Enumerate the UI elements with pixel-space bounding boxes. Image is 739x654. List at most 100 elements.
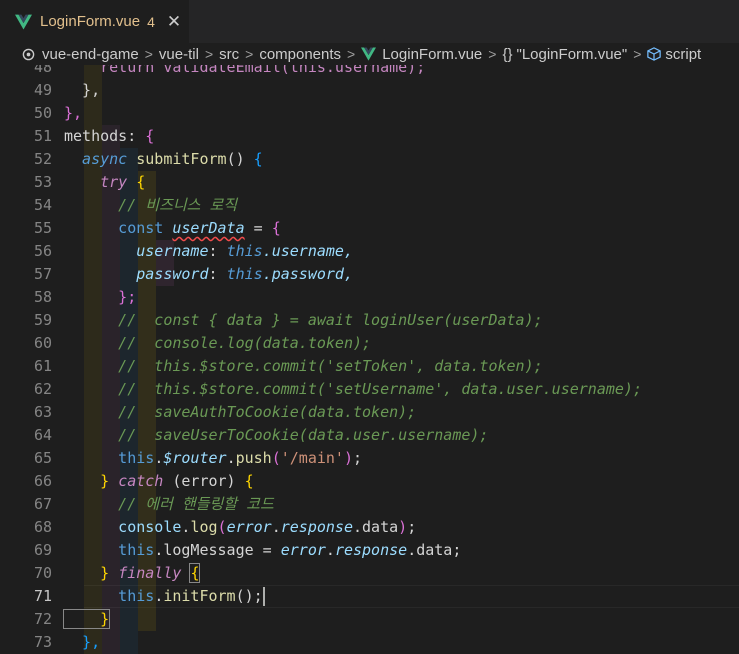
code-line[interactable]: 50}, [0,102,739,125]
code-line[interactable]: 59 // const { data } = await loginUser(u… [0,309,739,332]
code-text: } finally { [64,562,201,585]
code-token: this [226,265,263,283]
code-editor[interactable]: 48 return validateEmail(this.username); 4… [0,65,739,654]
code-line[interactable]: 53 try { [0,171,739,194]
breadcrumb-item-src[interactable]: src [219,46,239,63]
vue-logo-icon [15,14,32,29]
folder-circle-icon [22,48,35,60]
code-token: log [190,518,218,536]
code-line[interactable]: 60 // console.log(data.token); [0,332,739,355]
code-token: { [271,219,281,237]
breadcrumb-item-components[interactable]: components [259,46,341,63]
line-number: 66 [33,472,52,490]
code-line[interactable]: 55 const userData = { [0,217,739,240]
indent-guide [84,102,102,125]
code-token: () [226,150,254,168]
code-line[interactable]: 69 this.logMessage = error.response.data… [0,539,739,562]
code-line[interactable]: 61 // this.$store.commit('setToken', dat… [0,355,739,378]
code-line[interactable]: 56 username: this.username, [0,240,739,263]
code-line[interactable]: 67 // 에러 핸들링할 코드 [0,493,739,516]
breadcrumb-item-component[interactable]: "LoginForm.vue" [517,46,628,63]
code-text: }, [64,631,100,654]
vue-logo-icon [361,47,377,61]
code-token: // saveAuthToCookie(data.token); [64,403,417,421]
code-token: // console.log(data.token); [64,334,372,352]
breadcrumb-item-vue-til[interactable]: vue-til [159,46,199,63]
code-line[interactable]: 57 password: this.password, [0,263,739,286]
code-token: }, [64,104,83,122]
code-token: // this.$store.commit('setUsername', dat… [64,380,642,398]
indent-guide [120,608,138,631]
code-token: : [208,242,227,260]
code-token: . [271,518,281,536]
indent-guide [138,286,156,309]
code-line[interactable]: 68 console.log(error.response.data); [0,516,739,539]
code-line[interactable]: 54 // 비즈니스 로직 [0,194,739,217]
code-token: // saveUserToCookie(data.user.username); [64,426,489,444]
line-number: 55 [33,219,52,237]
code-text: // 비즈니스 로직 [64,194,237,217]
code-token: }, [64,81,101,99]
code-line[interactable]: 73 }, [0,631,739,654]
line-number: 70 [33,564,52,582]
code-line[interactable]: 51 methods: { [0,125,739,148]
code-token: .username, [262,242,353,260]
code-token: response [280,518,353,536]
code-line[interactable]: 65 this.$router.push('/main'); [0,447,739,470]
close-icon[interactable]: ✕ [167,12,181,32]
code-text: this.initForm(); [64,585,265,608]
code-token: . [154,587,164,605]
code-token: console [64,518,182,536]
code-line[interactable]: 64 // saveUserToCookie(data.user.usernam… [0,424,739,447]
code-token: try [64,173,137,191]
code-text: const userData = { [64,217,281,240]
line-number: 59 [33,311,52,329]
breadcrumb-item-file[interactable]: LoginForm.vue [382,46,482,63]
breadcrumb-separator: > [245,46,254,62]
code-text: // this.$store.commit('setUsername', dat… [64,378,642,401]
line-number: 71 [33,587,52,605]
code-token: ) [343,449,353,467]
line-number: 50 [33,104,52,122]
line-number: 73 [33,633,52,651]
breadcrumb-separator: > [204,46,214,62]
code-line[interactable]: 62 // this.$store.commit('setUsername', … [0,378,739,401]
code-line[interactable]: 48 return validateEmail(this.username); [0,65,739,79]
code-token: { [253,150,263,168]
indent-guide [120,631,138,654]
code-token: this [64,587,155,605]
code-token: '/main' [280,449,344,467]
code-line[interactable]: 63 // saveAuthToCookie(data.token); [0,401,739,424]
line-number: 57 [33,265,52,283]
line-number: 51 [33,127,52,145]
code-token: this [226,242,263,260]
code-token: const [64,219,173,237]
code-token: push [235,449,272,467]
code-line[interactable]: 72 } [0,608,739,631]
code-text: // saveUserToCookie(data.user.username); [64,424,488,447]
code-token: methods: [64,127,146,145]
code-line[interactable]: 52 async submitForm() { [0,148,739,171]
code-token: ; [353,449,363,467]
code-token: userData [172,219,245,237]
tab-loginform-vue[interactable]: LoginForm.vue 4 ✕ [0,0,189,43]
code-line[interactable]: 66 } catch (error) { [0,470,739,493]
line-number: 58 [33,288,52,306]
code-token: password [64,265,209,283]
code-token: . [154,449,164,467]
code-token: { [136,173,146,191]
code-token: . [325,541,335,559]
code-token: // 비즈니스 로직 [64,196,238,214]
code-line[interactable]: 58 }; [0,286,739,309]
tab-bar: LoginForm.vue 4 ✕ [0,0,739,43]
code-token: (); [235,587,263,605]
code-token: = [244,219,272,237]
code-token: // 에러 핸들링할 코드 [64,495,274,513]
breadcrumb-item-vue-end-game[interactable]: vue-end-game [42,46,139,63]
code-line[interactable]: 49 }, [0,79,739,102]
code-line[interactable]: 71 this.initForm(); [0,585,739,608]
code-line[interactable]: 70 } finally { [0,562,739,585]
breadcrumb-item-script[interactable]: script [665,46,701,63]
code-text: // saveAuthToCookie(data.token); [64,401,416,424]
code-token: .data; [407,541,462,559]
